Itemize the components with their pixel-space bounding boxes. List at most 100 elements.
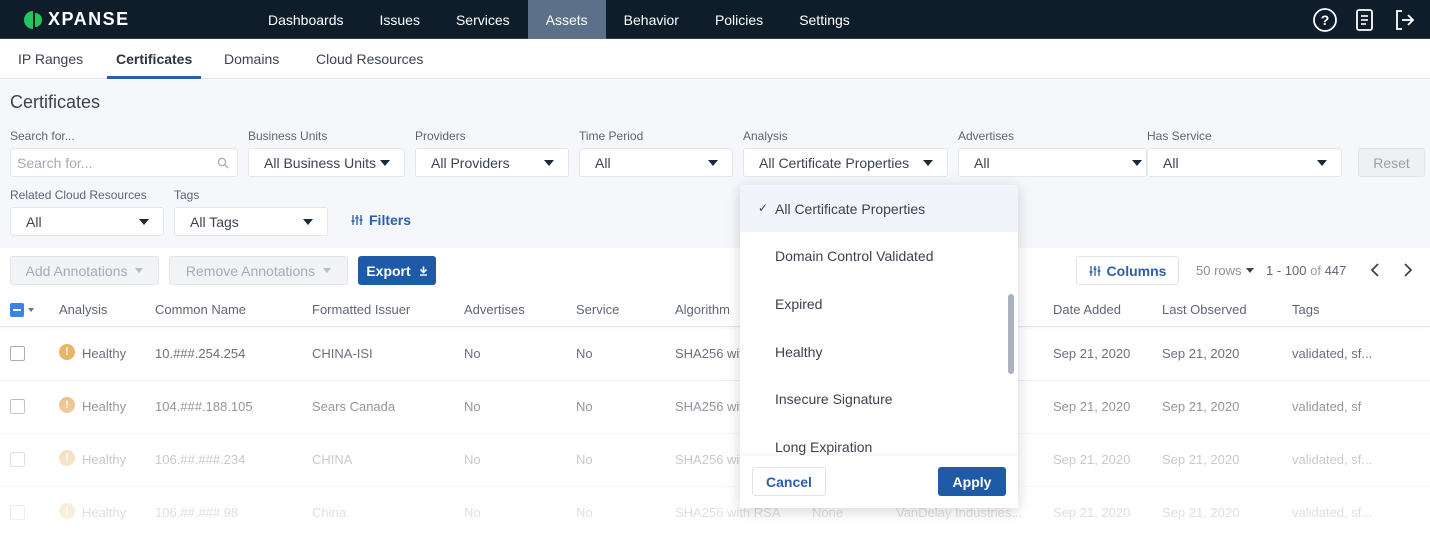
cell-advertises: No <box>464 399 481 414</box>
row-checkbox[interactable] <box>10 399 25 414</box>
cell-tags: validated, sf... <box>1292 505 1373 520</box>
related-cloud-select[interactable]: All <box>10 207 164 236</box>
cell-issuer: Sears Canada <box>312 399 396 414</box>
nav-assets[interactable]: Assets <box>527 0 606 39</box>
cell-analysis: Healthy <box>82 452 127 467</box>
chevron-down-icon <box>139 218 149 225</box>
search-field[interactable] <box>10 148 238 177</box>
search-icon <box>217 157 229 169</box>
cell-issuer: CHINA <box>312 452 353 467</box>
cell-tags: validated, sf... <box>1292 452 1373 467</box>
providers-select[interactable]: All Providers <box>415 148 569 177</box>
nav-settings[interactable]: Settings <box>781 0 868 39</box>
nav-services[interactable]: Services <box>438 0 528 39</box>
sliders-icon <box>351 214 363 226</box>
advertises-select[interactable]: All <box>958 148 1147 177</box>
apply-button[interactable]: Apply <box>938 467 1006 496</box>
column-header-algorithm[interactable]: Algorithm <box>675 302 730 317</box>
cell-service: No <box>576 399 593 414</box>
tab-cloud-resources[interactable]: Cloud Resources <box>316 39 423 79</box>
dropdown-option[interactable]: Domain Control Validated <box>740 232 1018 279</box>
has-service-label: Has Service <box>1147 129 1212 143</box>
chevron-down-icon[interactable] <box>28 308 34 312</box>
reset-button[interactable]: Reset <box>1358 148 1425 177</box>
table-row[interactable]: ! Healthy 106.##.###.234 CHINA No No SHA… <box>0 434 1430 487</box>
document-icon[interactable] <box>1352 7 1378 33</box>
option-label: Expired <box>775 295 823 312</box>
column-header-advertises[interactable]: Advertises <box>464 302 525 317</box>
search-input[interactable] <box>17 154 217 171</box>
dropdown-option[interactable]: Healthy <box>740 328 1018 375</box>
tab-domains[interactable]: Domains <box>224 39 279 79</box>
warning-icon: ! <box>59 450 75 466</box>
business-units-label: Business Units <box>248 129 328 143</box>
column-header-date-added[interactable]: Date Added <box>1053 302 1121 317</box>
column-header-analysis[interactable]: Analysis <box>59 302 107 317</box>
cancel-button[interactable]: Cancel <box>752 467 826 496</box>
select-all-checkbox[interactable] <box>10 303 24 317</box>
analysis-dropdown-menu: ✓ All Certificate Properties Domain Cont… <box>740 185 1018 508</box>
cell-service: No <box>576 452 593 467</box>
next-page-icon[interactable] <box>1399 261 1417 279</box>
time-period-select[interactable]: All <box>579 148 733 177</box>
has-service-select[interactable]: All <box>1147 148 1342 177</box>
dropdown-option[interactable]: ✓ All Certificate Properties <box>740 185 1018 232</box>
analysis-value: All Certificate Properties <box>759 154 910 171</box>
warning-icon: ! <box>59 344 75 360</box>
table-row[interactable]: ! Healthy 10.###.254.254 CHINA-ISI No No… <box>0 328 1430 381</box>
business-units-select[interactable]: All Business Units <box>248 148 405 177</box>
cell-advertises: No <box>464 505 481 520</box>
providers-value: All Providers <box>431 154 510 171</box>
row-checkbox[interactable] <box>10 505 25 520</box>
column-header-formatted-issuer[interactable]: Formatted Issuer <box>312 302 410 317</box>
cell-analysis: Healthy <box>82 399 127 414</box>
column-header-service[interactable]: Service <box>576 302 619 317</box>
asset-tabs: IP Ranges Certificates Domains Cloud Res… <box>0 39 1430 79</box>
remove-annotations-button[interactable]: Remove Annotations <box>169 256 348 285</box>
table-toolbar: Add Annotations Remove Annotations Expor… <box>0 248 1430 292</box>
time-period-value: All <box>595 154 611 171</box>
column-header-tags[interactable]: Tags <box>1292 302 1319 317</box>
nav-issues[interactable]: Issues <box>362 0 438 39</box>
tags-select[interactable]: All Tags <box>174 207 328 236</box>
tab-certificates[interactable]: Certificates <box>106 39 202 79</box>
column-header-common-name[interactable]: Common Name <box>155 302 246 317</box>
column-header-last-observed[interactable]: Last Observed <box>1162 302 1247 317</box>
add-annotations-label: Add Annotations <box>25 262 128 279</box>
table-row[interactable]: ! Healthy 106.##.###.98 China No No SHA2… <box>0 487 1430 540</box>
nav-dashboards[interactable]: Dashboards <box>250 0 362 39</box>
chevron-down-icon <box>544 159 554 166</box>
add-annotations-button[interactable]: Add Annotations <box>10 256 159 285</box>
columns-button[interactable]: Columns <box>1076 256 1179 285</box>
option-label: Healthy <box>775 343 823 360</box>
cell-issuer: China <box>312 505 346 520</box>
total-count: 447 <box>1324 263 1347 278</box>
help-icon[interactable]: ? <box>1312 7 1338 33</box>
dropdown-option[interactable]: Expired <box>740 280 1018 327</box>
search-label: Search for... <box>10 129 75 143</box>
rows-per-page-select[interactable]: 50 rows <box>1196 263 1254 278</box>
chevron-down-icon <box>303 218 313 225</box>
dropdown-scrollbar[interactable] <box>1008 294 1014 374</box>
xpanse-logo[interactable]: XPANSE <box>24 9 130 30</box>
export-button[interactable]: Export <box>358 256 436 285</box>
row-checkbox[interactable] <box>10 452 25 467</box>
nav-behavior[interactable]: Behavior <box>606 0 697 39</box>
cell-date-added: Sep 21, 2020 <box>1053 399 1131 414</box>
dropdown-option[interactable]: Insecure Signature <box>740 375 1018 422</box>
logout-icon[interactable] <box>1392 7 1418 33</box>
tags-label: Tags <box>174 188 200 202</box>
sliders-icon <box>1089 265 1101 277</box>
cell-algorithm: SHA256 wit <box>675 399 743 414</box>
nav-policies[interactable]: Policies <box>697 0 781 39</box>
chevron-down-icon <box>1317 159 1327 166</box>
analysis-select[interactable]: All Certificate Properties <box>743 148 948 177</box>
chevron-down-icon <box>1245 268 1254 273</box>
chevron-down-icon <box>708 159 718 166</box>
table-row[interactable]: ! Healthy 104.###.188.105 Sears Canada N… <box>0 381 1430 434</box>
filters-button[interactable]: Filters <box>351 212 411 228</box>
tab-ip-ranges[interactable]: IP Ranges <box>18 39 83 79</box>
remove-annotations-label: Remove Annotations <box>185 262 316 279</box>
previous-page-icon[interactable] <box>1366 261 1384 279</box>
row-checkbox[interactable] <box>10 346 25 361</box>
